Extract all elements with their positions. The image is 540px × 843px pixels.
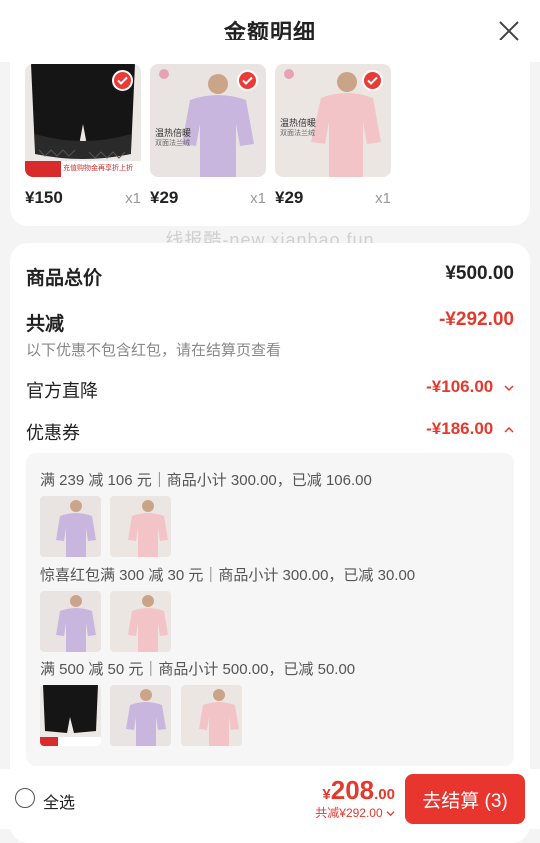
coupon-label: 优惠券 (26, 423, 80, 443)
total-price-row: 商品总价 ¥500.00 (26, 263, 514, 290)
coupon-row[interactable]: 优惠券 -¥186.00 (26, 419, 514, 445)
coupon-line: 惊喜红包满 300 减 30 元｜商品小计 300.00，已减 30.00 (40, 567, 416, 584)
currency-symbol: ¥ (322, 786, 331, 803)
product-qty: x1 (375, 190, 391, 207)
coupon-breakdown: 满 239 减 106 元｜商品小计 300.00，已减 106.00 惊喜红包… (26, 453, 514, 766)
product-qty: x1 (125, 190, 141, 207)
product-image-pink-pajamas: 温热倍暖 双面法兰绒 (275, 64, 391, 177)
price-detail-card: 商品总价 ¥500.00 共减 -¥292.00 以下优惠不包含红包，请在结算页… (10, 243, 530, 843)
product-image-lavender-pajamas: 温热倍暖 双面法兰绒 (150, 64, 266, 177)
discount-note-text: 以下优惠不包含红包，请在结算页查看 (26, 342, 282, 359)
product-item[interactable]: 充值购物金再享折上折 ¥150 x1 (25, 64, 141, 207)
saved-amount: 共减¥292.00 (315, 806, 383, 820)
discount-row: 共减 -¥292.00 (26, 309, 514, 336)
coupon-item-lavender (40, 591, 101, 652)
official-discount-value: -¥106.00 (426, 377, 494, 396)
product-tag-sub: 双面法兰绒 (280, 130, 315, 137)
coupon-line: 满 500 减 50 元｜商品小计 500.00，已减 50.00 (40, 661, 356, 678)
coupon-item-shorts (40, 685, 101, 746)
chevron-down-icon[interactable] (504, 384, 514, 392)
checkout-button[interactable]: 去结算 (3) (405, 774, 525, 824)
coupon-line: 满 239 减 106 元｜商品小计 300.00，已减 106.00 (40, 472, 372, 489)
chevron-up-icon[interactable] (504, 426, 514, 434)
selected-check-icon[interactable] (237, 70, 258, 91)
amount-integer: 208 (330, 775, 375, 805)
coupon-item-pink (110, 591, 171, 652)
coupon-item-lavender (110, 685, 171, 746)
product-price: ¥29 (150, 188, 179, 207)
selected-check-icon[interactable] (112, 70, 133, 91)
total-amount: ¥208.00 共减¥292.00 (315, 775, 395, 821)
official-discount-row[interactable]: 官方直降 -¥106.00 (26, 377, 514, 403)
product-price: ¥29 (275, 188, 304, 207)
selected-check-icon[interactable] (362, 70, 383, 91)
checkout-bar: 全选 ¥208.00 共减¥292.00 去结算 (3) (0, 769, 540, 829)
coupon-item-lavender (40, 496, 101, 557)
product-item[interactable]: 温热倍暖 双面法兰绒 ¥29 x1 (275, 64, 391, 207)
product-item[interactable]: 温热倍暖 双面法兰绒 ¥29 x1 (150, 64, 266, 207)
total-price-label: 商品总价 (26, 268, 103, 289)
discount-label: 共减 (26, 314, 65, 335)
chevron-down-icon[interactable] (386, 810, 395, 817)
coupon-value: -¥186.00 (426, 419, 494, 438)
select-all-radio[interactable] (15, 788, 35, 808)
product-strip: 充值购物金再享折上折 ¥150 x1 温热倍暖 双面法兰绒 ¥29 x1 温热倍… (10, 40, 530, 226)
product-qty: x1 (250, 190, 266, 207)
amount-decimal: .00 (374, 786, 395, 803)
official-discount-label: 官方直降 (26, 381, 98, 401)
product-banner-text: 充值购物金再享折上折 (63, 165, 133, 172)
total-price-value: ¥500.00 (445, 263, 514, 284)
select-all-label[interactable]: 全选 (43, 789, 75, 813)
product-price: ¥150 (25, 188, 63, 207)
discount-note: 以下优惠不包含红包，请在结算页查看 (26, 339, 514, 360)
product-tag-sub: 双面法兰绒 (155, 140, 190, 147)
product-image-shorts: 充值购物金再享折上折 (25, 64, 141, 177)
close-icon[interactable] (498, 20, 520, 42)
coupon-item-pink (181, 685, 242, 746)
coupon-item-pink (110, 496, 171, 557)
discount-value: -¥292.00 (438, 309, 514, 330)
